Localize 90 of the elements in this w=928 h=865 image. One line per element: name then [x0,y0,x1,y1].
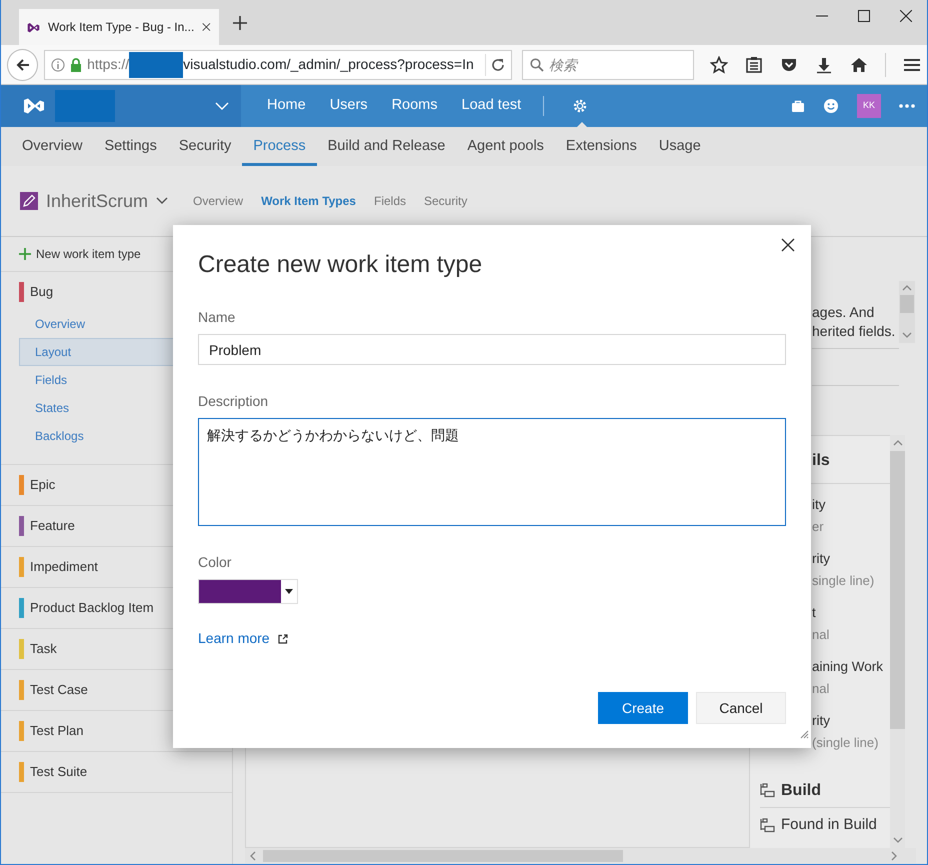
tab[interactable]: Security [415,192,476,210]
description-text: ages. And [812,303,876,322]
pencil-icon [20,192,38,210]
close-icon[interactable] [202,21,211,33]
back-arrow-icon [14,56,31,72]
scroll-up-icon[interactable] [892,439,902,447]
chevron-down-icon[interactable] [156,197,168,205]
search-field[interactable]: 検索 [522,50,694,80]
url-text: https:// [87,55,130,74]
scrollbar[interactable] [899,281,915,343]
scroll-down-icon[interactable] [892,836,902,844]
tab[interactable]: Build and Release [316,127,456,166]
description-text: herited fields. [812,322,896,341]
close-icon [781,238,795,252]
field-type: single line) [812,572,876,590]
field-label: Color [198,553,232,572]
redaction-block [129,52,184,78]
field-name: rity [812,712,831,730]
close-icon[interactable] [900,10,912,22]
field-type: (single line) [812,734,880,752]
redaction-block [55,90,115,122]
bag-icon[interactable] [791,99,805,113]
settings-icon[interactable] [572,98,588,114]
browser-tab[interactable]: Work Item Type - Bug - In... [19,9,219,45]
star-icon[interactable] [710,56,728,74]
scroll-down-icon[interactable] [902,331,912,339]
section-heading: Build [781,780,821,800]
search-icon [530,58,544,72]
more-icon[interactable] [899,104,915,108]
avatar[interactable]: KK [857,94,881,118]
tab[interactable]: Work Item Types [252,192,365,210]
nav-link[interactable]: Rooms [380,95,450,117]
tab[interactable]: Extensions [554,127,648,166]
resize-grip-icon[interactable] [799,728,809,739]
lock-icon [70,58,82,72]
group-icon [760,818,775,833]
field-type: nal [812,680,830,698]
external-link-icon [278,634,288,644]
process-name[interactable]: InheritScrum [46,188,148,214]
field-name: Found in Build [781,815,877,835]
new-item-button[interactable]: New work item type [19,245,141,263]
reload-icon[interactable] [491,58,505,72]
description-field[interactable]: 解決するかどうかわからないけど、問題 [198,418,786,526]
sidebar-item[interactable]: Epic [1,465,232,505]
scrollbar[interactable] [890,435,905,848]
list-icon[interactable] [745,56,763,74]
info-icon [51,58,66,72]
sidebar-item[interactable]: Test Suite [1,752,232,792]
plus-icon[interactable] [233,16,247,30]
tab-title: Work Item Type - Bug - In... [48,19,194,36]
scrollbar[interactable] [245,848,916,863]
tab[interactable]: Fields [364,192,415,210]
field-name: rity [812,550,831,568]
scroll-up-icon[interactable] [902,284,912,292]
tab[interactable]: Overview [184,192,252,210]
nav-link[interactable]: Home [255,95,318,117]
field-name: ity [812,496,826,514]
color-picker[interactable] [198,579,298,604]
tab[interactable]: Settings [93,127,168,166]
field-name: t [812,604,817,622]
field-label: Description [198,392,270,411]
nav-link[interactable]: Users [318,95,380,117]
url-text: visualstudio.com/_admin/_process?process=In [183,55,475,74]
home-icon[interactable] [850,56,868,74]
field-type: er [812,518,825,536]
sidebar-item[interactable]: Test Case [1,670,232,710]
tab[interactable]: Usage [648,127,712,166]
sidebar-item[interactable]: Feature [1,506,232,546]
sidebar-item[interactable]: Test Plan [1,711,232,751]
field-name: aining Work [812,658,884,676]
address-bar[interactable]: https:// visualstudio.com/_admin/_process?process=In [44,50,512,80]
scroll-right-icon[interactable] [890,850,898,860]
nav-link[interactable]: Load test [450,95,534,117]
caret-icon [285,589,293,594]
scroll-left-icon[interactable] [249,850,257,860]
tab[interactable]: Security [168,127,242,166]
tab[interactable]: Overview [11,127,94,166]
group-icon [760,783,775,798]
download-icon[interactable] [815,56,833,74]
maximize-icon[interactable] [858,10,870,22]
field-type: nal [812,626,830,644]
plus-icon [19,248,31,260]
back-button[interactable] [7,48,38,80]
create-button[interactable]: Create [598,692,688,724]
sidebar-item[interactable]: Product Backlog Item [1,588,232,628]
name-field[interactable]: Problem [198,334,786,365]
section-heading: ils [812,451,830,471]
smiley-icon[interactable] [823,98,839,114]
cancel-button[interactable]: Cancel [696,692,786,724]
tab[interactable]: Agent pools [456,127,555,166]
